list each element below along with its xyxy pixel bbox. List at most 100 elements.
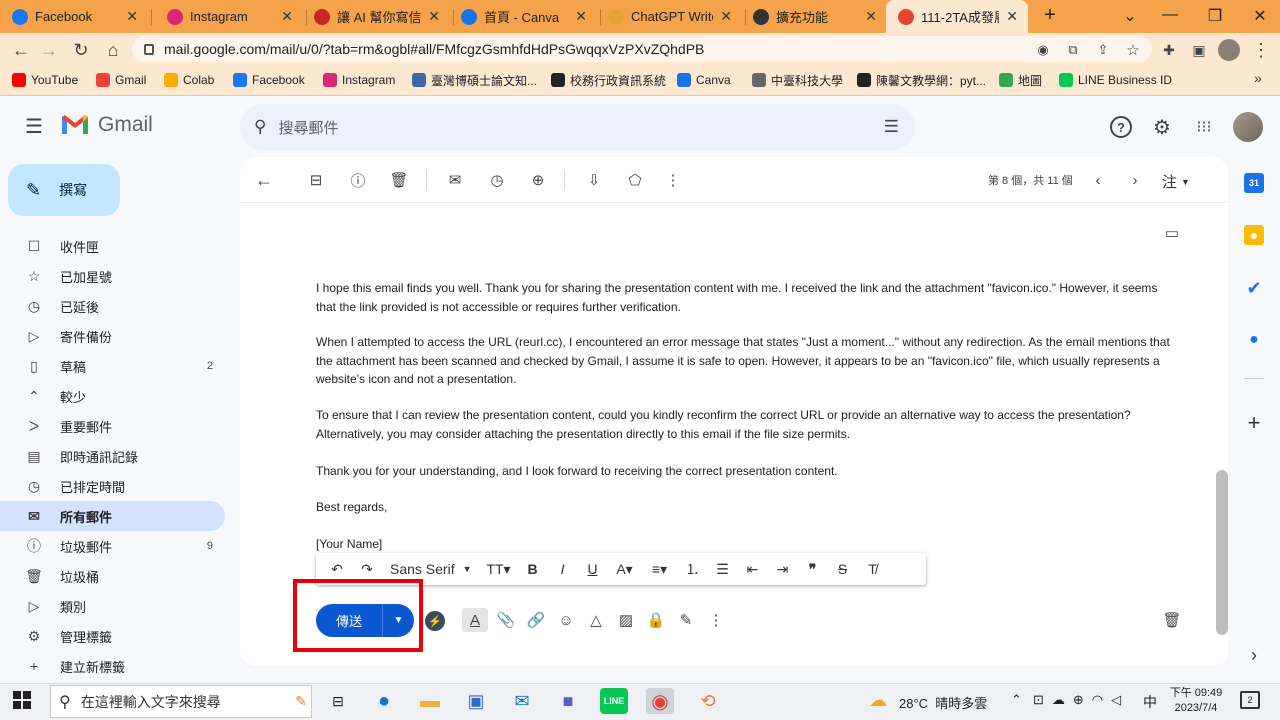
sidebar-item[interactable]: ▯ 草稿 2 <box>0 351 225 381</box>
chrome-icon[interactable]: ◉ <box>646 688 674 714</box>
windows-start-icon[interactable] <box>13 691 31 709</box>
get-addons-plus-icon[interactable]: + <box>1244 410 1264 435</box>
clock[interactable]: 下午 09:49 2023/7/4 <box>1166 686 1226 716</box>
maximize-button[interactable]: ❐ <box>1205 6 1225 26</box>
search-options-icon[interactable]: ☰ <box>884 117 899 137</box>
quote-icon[interactable]: ❞ <box>798 554 828 584</box>
gmail-logo[interactable]: Gmail <box>60 113 153 137</box>
microsoft-store-icon[interactable]: ▣ <box>462 688 490 714</box>
older-chevron-icon[interactable]: › <box>1126 171 1144 189</box>
email-paragraph[interactable]: Best regards, <box>316 498 1178 517</box>
bookmark-item[interactable]: Gmail <box>96 71 146 89</box>
side-panel-chevron-icon[interactable]: › <box>1244 645 1264 665</box>
compose-button[interactable]: ✎ 撰寫 <box>8 164 120 216</box>
indent-less-icon[interactable]: ⇤ <box>738 554 768 584</box>
search-icon[interactable]: ⚲ <box>254 117 266 137</box>
close-window-button[interactable]: ✕ <box>1250 6 1270 26</box>
sidepanel-icon[interactable]: ▣ <box>1188 39 1210 61</box>
share-icon[interactable]: ⇪ <box>1092 39 1114 61</box>
font-size-icon[interactable]: TT▾ <box>480 554 518 584</box>
browser-tab[interactable]: ChatGPT Writer ✕ <box>596 0 742 33</box>
bookmark-item[interactable]: 中臺科技大學 <box>752 71 843 89</box>
pop-out-icon[interactable]: ▭ <box>1163 224 1181 242</box>
close-tab-icon[interactable]: ✕ <box>575 8 587 25</box>
strikethrough-icon[interactable]: S <box>828 554 858 584</box>
minimize-button[interactable]: — <box>1160 6 1180 24</box>
close-tab-icon[interactable]: ✕ <box>126 8 138 25</box>
file-explorer-icon[interactable]: ▬ <box>416 688 444 714</box>
bookmark-item[interactable]: 臺灣博碩士論文知... <box>412 71 537 89</box>
line-app-icon[interactable]: LINE <box>600 688 628 714</box>
sidebar-item[interactable]: ◷ 已延後 <box>0 291 225 321</box>
bookmark-item[interactable]: 地圖 <box>999 71 1042 89</box>
sidebar-item[interactable]: ⓘ 垃圾郵件 9 <box>0 531 225 561</box>
sidebar-item[interactable]: ▤ 即時通訊記錄 <box>0 441 225 471</box>
align-icon[interactable]: ≡▾ <box>642 554 678 584</box>
back-arrow-icon[interactable]: ← <box>10 39 32 61</box>
browser-tab[interactable]: 首頁 - Canva ✕ <box>449 0 597 33</box>
bookmark-item[interactable]: Canva <box>677 71 731 89</box>
emoji-icon[interactable]: ☺ <box>557 611 575 629</box>
scrollbar-thumb[interactable] <box>1216 470 1228 635</box>
move-to-icon[interactable]: ⇩ <box>585 171 603 189</box>
teams-icon[interactable]: ■ <box>554 688 582 714</box>
bookmark-item[interactable]: 校務行政資訊系統 <box>551 71 666 89</box>
mail-search-bar[interactable]: ⚲ 搜尋郵件 ☰ <box>240 104 915 150</box>
sidebar-item[interactable]: ▷ 類別 <box>0 591 225 621</box>
notification-icon[interactable]: 2 <box>1240 691 1260 709</box>
sidebar-item[interactable]: ◷ 已排定時間 <box>0 471 225 501</box>
delete-icon[interactable]: 🗑 <box>389 171 408 189</box>
indent-more-icon[interactable]: ⇥ <box>768 554 798 584</box>
input-tools-button[interactable]: 注 ▼ <box>1162 171 1190 192</box>
close-tab-icon[interactable]: ✕ <box>1006 8 1018 25</box>
sidebar-item[interactable]: ☐ 收件匣 <box>0 231 225 261</box>
newer-chevron-icon[interactable]: ‹ <box>1089 171 1107 189</box>
address-bar[interactable]: mail.google.com/mail/u/0/?tab=rm&ogbl#al… <box>132 36 1152 62</box>
edge-browser-icon[interactable]: ● <box>370 688 398 714</box>
close-tab-icon[interactable]: ✕ <box>428 8 440 25</box>
chatgpt-writer-icon[interactable]: ⚡ <box>425 611 445 631</box>
browser-menu-icon[interactable]: ⋮ <box>1250 39 1272 61</box>
sidebar-item[interactable]: ✉ 所有郵件 <box>0 501 225 531</box>
extensions-puzzle-icon[interactable]: ✚ <box>1158 39 1180 61</box>
apps-grid-icon[interactable]: ⁝⁝⁝ <box>1192 115 1216 139</box>
system-tray-chevron-icon[interactable]: ⌃ <box>1011 692 1022 708</box>
snooze-icon[interactable]: ◷ <box>488 171 506 189</box>
account-avatar[interactable] <box>1233 112 1263 142</box>
mail-app-icon[interactable]: ✉ <box>508 688 536 714</box>
reload-icon[interactable]: ↻ <box>70 39 92 61</box>
close-tab-icon[interactable]: ✕ <box>281 8 293 25</box>
sidebar-item[interactable]: ▷ 寄件備份 <box>0 321 225 351</box>
main-menu-icon[interactable]: ☰ <box>22 114 46 138</box>
bookmark-item[interactable]: LINE Business ID <box>1059 71 1172 89</box>
label-tag-icon[interactable]: ⬠ <box>626 171 644 189</box>
italic-icon[interactable]: I <box>548 554 578 584</box>
task-view-icon[interactable]: ⊟ <box>324 688 352 714</box>
forward-arrow-icon[interactable]: → <box>38 39 60 61</box>
translate-icon[interactable]: ⧉ <box>1062 39 1084 61</box>
sidebar-item[interactable]: ⌃ 較少 <box>0 381 225 411</box>
browser-tab[interactable]: 讓 AI 幫你寫信！ ✕ <box>302 0 450 33</box>
browser-tab[interactable]: 111-2TA成發履歷 ✕ <box>886 0 1028 33</box>
insert-link-icon[interactable]: 🔗 <box>527 611 546 629</box>
weather-icon[interactable]: ☁ <box>869 690 887 711</box>
text-color-icon[interactable]: A▾ <box>608 554 642 584</box>
help-icon[interactable]: ? <box>1110 116 1132 138</box>
attach-files-icon[interactable]: 📎 <box>497 611 516 629</box>
more-options-icon[interactable]: ⋮ <box>707 611 725 629</box>
email-paragraph[interactable]: I hope this email finds you well. Thank … <box>316 279 1178 316</box>
browser-tab[interactable]: Instagram ✕ <box>155 0 303 33</box>
ime-indicator[interactable]: 中 <box>1143 692 1157 712</box>
tasks-icon[interactable]: ✔ <box>1244 278 1264 298</box>
formatting-options-icon[interactable]: A <box>462 608 488 632</box>
app-icon[interactable]: ⟲ <box>694 688 722 714</box>
email-paragraph[interactable]: Thank you for your understanding, and I … <box>316 462 1178 481</box>
confidential-mode-icon[interactable]: 🔒 <box>647 611 666 629</box>
sidebar-item[interactable]: 🗑 垃圾桶 <box>0 561 225 591</box>
search-input[interactable]: 搜尋郵件 <box>278 117 338 138</box>
report-spam-icon[interactable]: ⓘ <box>349 171 367 190</box>
mark-unread-icon[interactable]: ✉ <box>446 171 464 189</box>
taskbar-search-input[interactable]: 在這裡輸入文字來搜尋 <box>81 692 221 712</box>
more-bookmarks-icon[interactable]: » <box>1254 70 1262 86</box>
back-to-list-icon[interactable]: ← <box>255 170 273 190</box>
